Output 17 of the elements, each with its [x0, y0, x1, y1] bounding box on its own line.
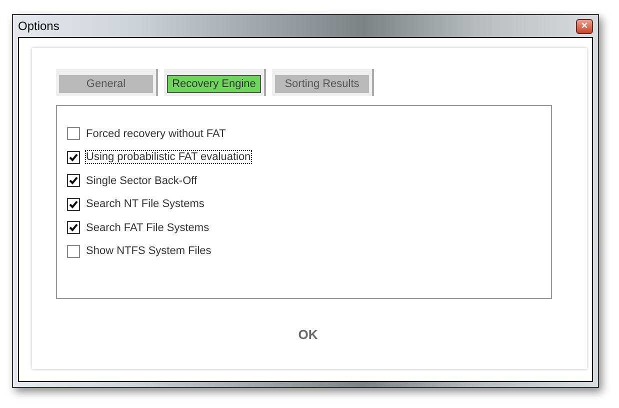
checkbox-label[interactable]: Search NT File Systems — [86, 198, 204, 210]
checkbox-label[interactable]: Using probabilistic FAT evaluation — [86, 151, 251, 164]
tab[interactable]: Sorting Results — [275, 75, 369, 93]
checkbox[interactable] — [67, 127, 80, 140]
checkbox-label[interactable]: Single Sector Back-Off — [86, 174, 198, 187]
checkbox[interactable] — [67, 221, 80, 234]
tab[interactable]: Recovery Engine — [167, 75, 261, 93]
checkbox-label[interactable]: Forced recovery without FAT — [86, 128, 226, 140]
checkbox[interactable] — [67, 244, 80, 258]
checkbox-label[interactable]: Show NTFS System Files — [86, 245, 212, 258]
checkbox[interactable] — [67, 174, 80, 188]
window-title: Options — [18, 19, 60, 33]
ok-button[interactable]: OK — [292, 324, 324, 344]
tab[interactable]: General — [59, 75, 153, 93]
checkbox[interactable] — [67, 198, 80, 211]
checkbox-label[interactable]: Search FAT File Systems — [86, 222, 210, 234]
checkbox[interactable] — [67, 150, 80, 164]
